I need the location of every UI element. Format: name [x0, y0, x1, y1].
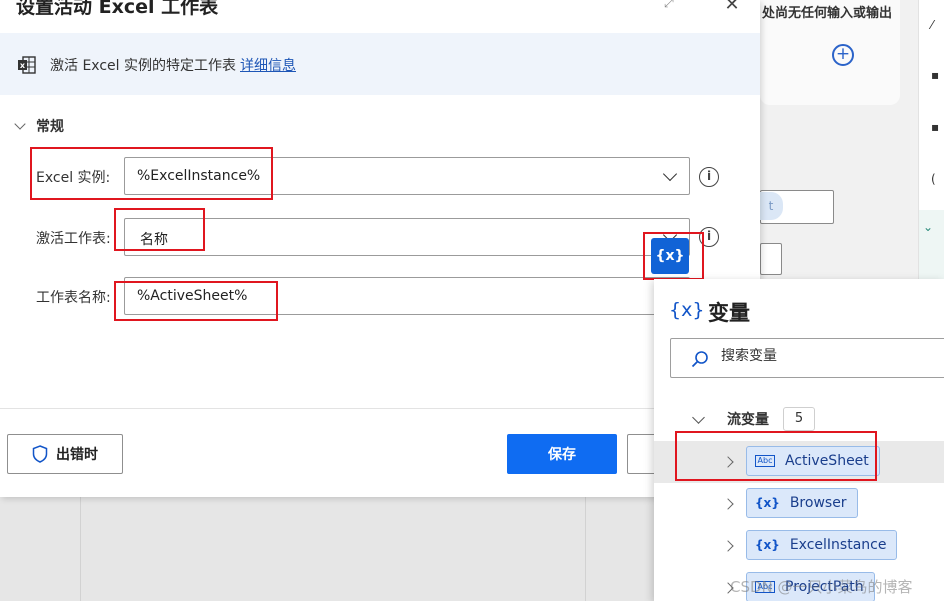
variable-chip[interactable]: Abc ActiveSheet [746, 446, 880, 476]
app-root: 处尚无任何输入或输出 + t ⁄ ▪ ▪ ( ⌄ 设置活动 Excel 工作表 … [0, 0, 944, 601]
pane-glyph-icon: ( [931, 172, 936, 186]
designer-background: 处尚无任何输入或输出 + t [759, 0, 944, 300]
designer-chip: t [759, 192, 783, 220]
group-label: 流变量 [727, 412, 769, 428]
variable-chip[interactable]: {x} ExcelInstance [746, 530, 898, 560]
designer-input-box: t [759, 190, 834, 224]
info-icon[interactable]: i [699, 167, 719, 187]
variable-row-browser[interactable]: {x} Browser [654, 483, 944, 525]
text-variable-icon: Abc [755, 455, 775, 467]
variable-row-activesheet[interactable]: Abc ActiveSheet [654, 441, 944, 483]
flow-variables-group[interactable]: 流变量 5 [692, 407, 815, 431]
chevron-down-icon: ⌄ [923, 220, 934, 234]
info-banner: x 激活 Excel 实例的特定工作表 详细信息 [0, 33, 760, 95]
pane-glyph-icon: ▪ [931, 68, 940, 82]
variable-icon: {x} [755, 496, 780, 510]
banner-text: 激活 Excel 实例的特定工作表 详细信息 [50, 55, 296, 75]
flow-canvas-background [0, 497, 654, 601]
excel-instance-dropdown[interactable]: %ExcelInstance% [124, 157, 690, 195]
chevron-right-icon [722, 498, 734, 510]
designer-card: 处尚无任何输入或输出 + [760, 0, 900, 105]
pane-glyph-icon: ⁄ [931, 18, 934, 32]
variables-panel: {x} 变量 流变量 5 Abc ActiveSheet {x} Br [654, 279, 944, 601]
search-input[interactable] [721, 348, 941, 364]
divider [585, 497, 586, 601]
chevron-down-icon [662, 166, 678, 182]
worksheet-name-input[interactable]: %ActiveSheet% [124, 277, 690, 315]
excel-instance-label: Excel 实例: [36, 170, 111, 186]
add-icon[interactable]: + [832, 44, 854, 66]
chevron-down-icon [692, 410, 705, 424]
activate-worksheet-label: 激活工作表: [36, 231, 111, 247]
excel-icon: x [18, 56, 36, 74]
footer-divider [0, 408, 760, 409]
watermark: CSDN @一只小菜鸟的博客 [730, 578, 913, 596]
variable-row-excelinstance[interactable]: {x} ExcelInstance [654, 525, 944, 567]
section-label: 常规 [36, 119, 64, 135]
activate-worksheet-dropdown[interactable]: 名称 [124, 218, 690, 256]
variable-icon: {x} [755, 538, 780, 552]
designer-card-text: 处尚无任何输入或输出 [762, 6, 893, 21]
chevron-right-icon [722, 540, 734, 552]
shield-icon [32, 445, 48, 463]
chevron-right-icon [722, 456, 734, 468]
on-error-label: 出错时 [56, 447, 98, 463]
variable-icon: {x} [669, 299, 705, 321]
variable-name: Browser [789, 495, 847, 511]
info-icon[interactable]: i [699, 227, 719, 247]
variable-name: ActiveSheet [785, 453, 869, 469]
panel-title: 变量 [708, 301, 750, 325]
banner-description: 激活 Excel 实例的特定工作表 [50, 58, 236, 74]
variable-search-box[interactable] [670, 338, 944, 378]
actions-pane-background: ⁄ ▪ ▪ ( ⌄ [918, 0, 944, 300]
activate-worksheet-value: 名称 [140, 232, 168, 248]
variable-name: ExcelInstance [789, 537, 887, 553]
insert-variable-button[interactable]: {x} [651, 238, 689, 274]
details-link[interactable]: 详细信息 [240, 58, 296, 74]
group-count-badge: 5 [783, 407, 815, 431]
worksheet-name-label: 工作表名称: [36, 290, 111, 306]
save-button[interactable]: 保存 [507, 434, 617, 474]
search-icon [691, 351, 708, 368]
set-active-worksheet-dialog: 设置活动 Excel 工作表 ⤢ ✕ x 激活 Excel 实例的特定工作表 详细… [0, 0, 760, 497]
svg-text:x: x [20, 61, 26, 70]
designer-input-box-2 [760, 243, 782, 275]
worksheet-name-value: %ActiveSheet% [137, 288, 248, 304]
general-section-toggle[interactable]: 常规 [14, 116, 64, 136]
divider [80, 497, 81, 601]
variable-chip[interactable]: {x} Browser [746, 488, 858, 518]
on-error-button[interactable]: 出错时 [7, 434, 123, 474]
pane-glyph-icon: ▪ [931, 120, 940, 134]
close-icon[interactable]: ✕ [722, 0, 742, 16]
expand-icon[interactable]: ⤢ [664, 0, 680, 10]
chevron-down-icon [14, 118, 26, 130]
excel-instance-value: %ExcelInstance% [137, 168, 261, 184]
dialog-title: 设置活动 Excel 工作表 [16, 0, 219, 18]
